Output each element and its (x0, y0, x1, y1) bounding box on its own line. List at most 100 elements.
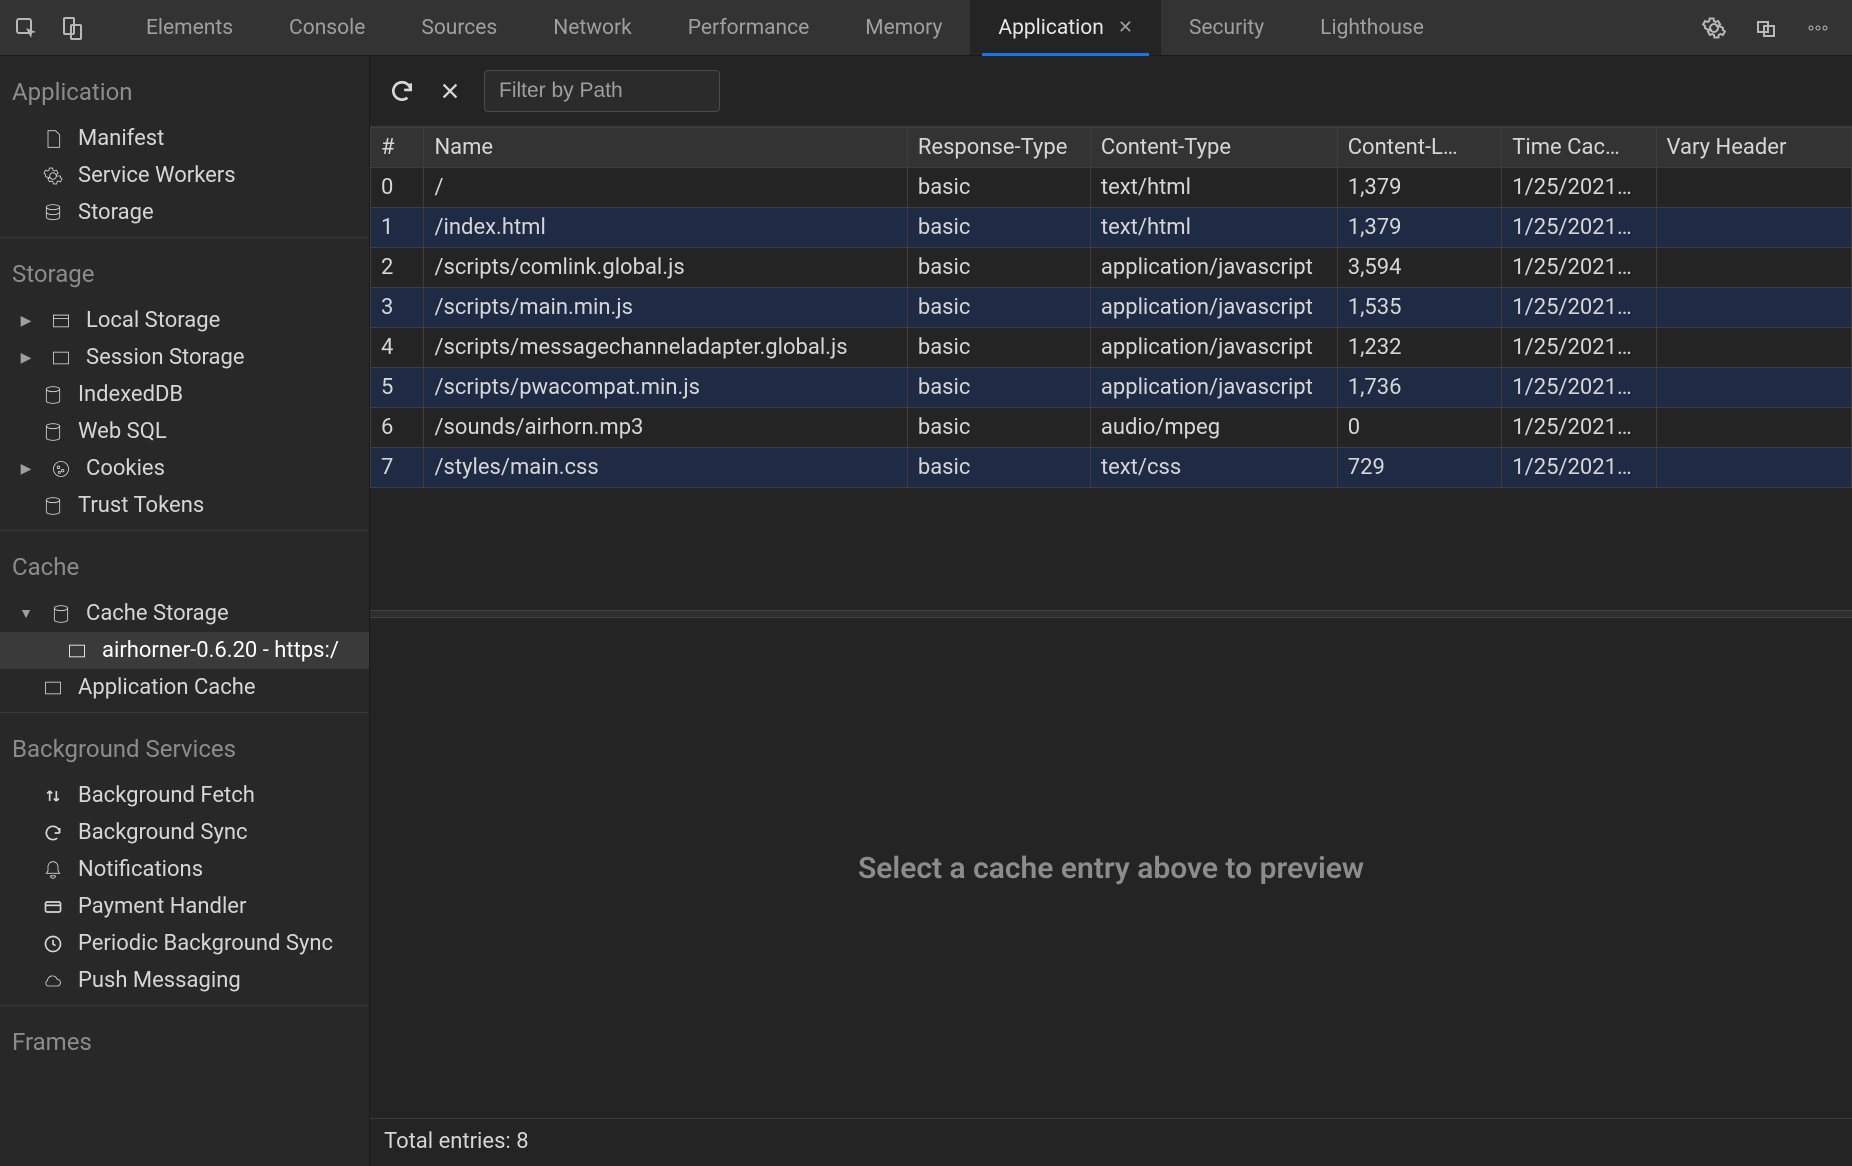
close-icon[interactable] (436, 77, 464, 105)
tab-label: Network (553, 16, 632, 40)
tab-network[interactable]: Network (525, 0, 660, 55)
expand-right-icon[interactable]: ▶ (16, 350, 36, 366)
col-time-cached[interactable]: Time Cac… (1502, 128, 1656, 168)
expand-right-icon[interactable]: ▶ (16, 461, 36, 477)
database-icon (48, 604, 74, 624)
table-row[interactable]: 3/scripts/main.min.jsbasicapplication/ja… (371, 288, 1852, 328)
cell-time-cached: 1/25/2021… (1502, 248, 1656, 288)
device-toggle-icon[interactable] (58, 14, 86, 42)
cell-vary-header (1656, 408, 1851, 448)
col-vary-header[interactable]: Vary Header (1656, 128, 1851, 168)
cache-entries-table: # Name Response-Type Content-Type Conten… (370, 127, 1852, 488)
section-title-application: Application (0, 56, 369, 120)
tab-application[interactable]: Application ✕ (970, 0, 1161, 55)
sidebar-item-cache-storage[interactable]: ▼ Cache Storage (0, 595, 369, 632)
close-icon[interactable]: ✕ (1118, 17, 1133, 38)
card-icon (40, 897, 66, 917)
total-entries-label: Total entries: 8 (384, 1129, 529, 1154)
sidebar-item-cache-entry[interactable]: airhorner-0.6.20 - https:/ (0, 632, 369, 669)
sidebar-item-cookies[interactable]: ▶ Cookies (0, 450, 369, 487)
col-response-type[interactable]: Response-Type (907, 128, 1090, 168)
sidebar-item-label: Service Workers (78, 163, 236, 188)
sidebar-item-application-cache[interactable]: Application Cache (0, 669, 369, 706)
sidebar-item-periodic-bg-sync[interactable]: Periodic Background Sync (0, 925, 369, 962)
cell-name: /scripts/pwacompat.min.js (424, 368, 907, 408)
cell-time-cached: 1/25/2021… (1502, 408, 1656, 448)
sidebar-item-label: Web SQL (78, 419, 167, 444)
sidebar-item-background-sync[interactable]: Background Sync (0, 814, 369, 851)
tab-memory[interactable]: Memory (837, 0, 970, 55)
tab-lighthouse[interactable]: Lighthouse (1292, 0, 1452, 55)
tab-label: Memory (865, 16, 942, 40)
sidebar-item-trust-tokens[interactable]: Trust Tokens (0, 487, 369, 524)
sidebar-item-websql[interactable]: Web SQL (0, 413, 369, 450)
cell-content-length: 3,594 (1337, 248, 1502, 288)
col-content-length[interactable]: Content-L… (1337, 128, 1502, 168)
grid-icon (64, 641, 90, 661)
sidebar-item-label: Storage (78, 200, 154, 225)
col-index[interactable]: # (371, 128, 424, 168)
cell-time-cached: 1/25/2021… (1502, 208, 1656, 248)
section-title-frames: Frames (0, 1006, 369, 1070)
tab-elements[interactable]: Elements (118, 0, 261, 55)
cell-name: / (424, 168, 907, 208)
table-row[interactable]: 6/sounds/airhorn.mp3basicaudio/mpeg01/25… (371, 408, 1852, 448)
grid-icon (48, 311, 74, 331)
sidebar-item-label: Background Fetch (78, 783, 255, 808)
splitter-handle[interactable] (370, 610, 1852, 618)
sidebar-item-session-storage[interactable]: ▶ Session Storage (0, 339, 369, 376)
more-icon[interactable] (1804, 14, 1832, 42)
sidebar-item-storage[interactable]: Storage (0, 194, 369, 231)
table-row[interactable]: 5/scripts/pwacompat.min.jsbasicapplicati… (371, 368, 1852, 408)
tab-sources[interactable]: Sources (393, 0, 525, 55)
news-icon[interactable] (1752, 14, 1780, 42)
table-row[interactable]: 2/scripts/comlink.global.jsbasicapplicat… (371, 248, 1852, 288)
preview-empty-message: Select a cache entry above to preview (858, 851, 1364, 886)
table-row[interactable]: 0/basictext/html1,3791/25/2021… (371, 168, 1852, 208)
col-name[interactable]: Name (424, 128, 907, 168)
filter-input[interactable] (484, 70, 720, 112)
tab-label: Application (998, 16, 1103, 40)
cell-index: 3 (371, 288, 424, 328)
sidebar-item-label: IndexedDB (78, 382, 183, 407)
preview-pane: Select a cache entry above to preview (370, 618, 1852, 1118)
sidebar-item-push-messaging[interactable]: Push Messaging (0, 962, 369, 999)
tab-console[interactable]: Console (261, 0, 393, 55)
table-row[interactable]: 1/index.htmlbasictext/html1,3791/25/2021… (371, 208, 1852, 248)
sync-icon (40, 823, 66, 843)
sidebar-item-label: Cookies (86, 456, 165, 481)
sidebar-item-payment-handler[interactable]: Payment Handler (0, 888, 369, 925)
refresh-icon[interactable] (388, 77, 416, 105)
cell-content-length: 1,736 (1337, 368, 1502, 408)
sidebar-item-label: Periodic Background Sync (78, 931, 333, 956)
tab-label: Elements (146, 16, 233, 40)
cell-content-type: application/javascript (1090, 328, 1337, 368)
gear-icon[interactable] (1700, 14, 1728, 42)
sidebar-item-indexeddb[interactable]: IndexedDB (0, 376, 369, 413)
sidebar-item-notifications[interactable]: Notifications (0, 851, 369, 888)
grid-icon (48, 348, 74, 368)
tab-security[interactable]: Security (1161, 0, 1292, 55)
cell-content-length: 1,535 (1337, 288, 1502, 328)
cache-storage-panel: # Name Response-Type Content-Type Conten… (370, 56, 1852, 1166)
cell-content-type: text/html (1090, 208, 1337, 248)
cell-name: /sounds/airhorn.mp3 (424, 408, 907, 448)
cell-name: /scripts/main.min.js (424, 288, 907, 328)
table-row[interactable]: 7/styles/main.cssbasictext/css7291/25/20… (371, 448, 1852, 488)
tab-label: Performance (688, 16, 809, 40)
inspect-icon[interactable] (12, 14, 40, 42)
sidebar-item-local-storage[interactable]: ▶ Local Storage (0, 302, 369, 339)
sidebar-item-label: Local Storage (86, 308, 220, 333)
sidebar-item-service-workers[interactable]: Service Workers (0, 157, 369, 194)
cell-vary-header (1656, 168, 1851, 208)
expand-right-icon[interactable]: ▶ (16, 313, 36, 329)
cell-content-type: text/html (1090, 168, 1337, 208)
sidebar-item-background-fetch[interactable]: Background Fetch (0, 777, 369, 814)
cell-time-cached: 1/25/2021… (1502, 328, 1656, 368)
table-row[interactable]: 4/scripts/messagechanneladapter.global.j… (371, 328, 1852, 368)
sidebar-item-manifest[interactable]: Manifest (0, 120, 369, 157)
col-content-type[interactable]: Content-Type (1090, 128, 1337, 168)
section-title-cache: Cache (0, 531, 369, 595)
tab-performance[interactable]: Performance (660, 0, 837, 55)
expand-down-icon[interactable]: ▼ (16, 605, 36, 622)
